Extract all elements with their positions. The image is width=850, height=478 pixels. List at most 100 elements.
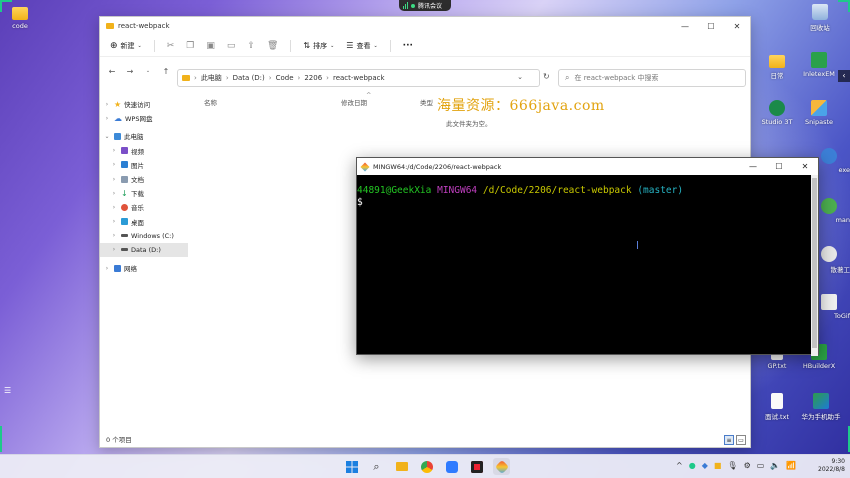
desktop-icon-inletexem[interactable]: InletexEM: [797, 52, 841, 78]
meeting-taskbar-button[interactable]: [443, 458, 460, 475]
chevron-right-icon: ›: [297, 74, 301, 82]
side-menu-icon[interactable]: ☰: [4, 386, 14, 396]
chevron-right-icon: ›: [112, 203, 116, 211]
nav-quick-access[interactable]: › ★ 快速访问: [100, 97, 188, 111]
search-icon: ⌕: [565, 73, 570, 82]
nav-label: 网络: [124, 265, 137, 274]
minimize-button[interactable]: —: [672, 17, 698, 35]
column-type[interactable]: 类型: [420, 97, 433, 107]
scrollbar-thumb[interactable]: [812, 178, 817, 348]
input-line[interactable]: $: [357, 197, 818, 209]
cut-button[interactable]: ✂: [167, 41, 175, 51]
taskbar: ⌕ ^ ● ◆ ■ 🎙 ⚙ ▭ 🔈 📶 9:30 2022/8/8: [0, 454, 850, 478]
collapse-arrow-icon[interactable]: ‹: [838, 70, 850, 82]
maximize-button[interactable]: ☐: [698, 17, 724, 35]
git-taskbar-button[interactable]: [493, 458, 510, 475]
details-view-icon[interactable]: ≡: [724, 435, 734, 445]
nav-drive-d[interactable]: › Data (D:): [100, 242, 188, 258]
terminal-window[interactable]: MINGW64:/d/Code/2206/react-webpack — ☐ ✕…: [356, 157, 819, 356]
minimize-button[interactable]: —: [740, 158, 766, 175]
taskbar-clock[interactable]: 9:30 2022/8/8: [813, 458, 845, 474]
back-arrow-icon[interactable]: ←: [106, 67, 118, 76]
nav-drive-c[interactable]: › Windows (C:): [100, 229, 188, 243]
recorder-taskbar-button[interactable]: [468, 458, 485, 475]
breadcrumb-item[interactable]: react-webpack: [333, 74, 385, 82]
desktop-icon-studio3t[interactable]: Studio 3T: [755, 100, 799, 126]
microphone-icon[interactable]: 🎙: [727, 461, 737, 470]
prompt-path: /d/Code/2206/react-webpack: [482, 185, 632, 196]
video-icon: [121, 147, 128, 155]
chrome-taskbar-button[interactable]: [418, 458, 435, 475]
share-button[interactable]: ⇪: [247, 41, 255, 51]
delete-button[interactable]: 🗑: [267, 41, 278, 51]
recent-dropdown-icon[interactable]: ⌄: [142, 68, 154, 74]
app-icon: [811, 52, 827, 68]
nav-this-pc[interactable]: ⌄ 此电脑: [100, 129, 188, 143]
app-tray-icon[interactable]: ●: [689, 461, 696, 470]
rename-button[interactable]: ▭: [227, 41, 236, 51]
nav-music[interactable]: › 音乐: [100, 200, 188, 214]
desktop-icon-label: 日常: [770, 72, 784, 80]
terminal-scrollbar[interactable]: [811, 175, 818, 356]
column-date[interactable]: 修改日期: [341, 97, 367, 107]
breadcrumb-item[interactable]: Code: [276, 74, 294, 82]
close-button[interactable]: ✕: [724, 17, 750, 35]
nav-videos[interactable]: › 视频: [100, 144, 188, 158]
settings-icon[interactable]: ⚙: [744, 461, 751, 470]
drive-icon: [121, 248, 128, 252]
maximize-button[interactable]: ☐: [766, 158, 792, 175]
clock-time: 9:30: [831, 458, 845, 465]
copy-button[interactable]: ❐: [186, 41, 194, 51]
breadcrumb-item[interactable]: 此电脑: [201, 73, 222, 83]
desktop-icon-label: GP.txt: [767, 362, 787, 370]
paste-button[interactable]: ▣: [206, 41, 215, 51]
desktop-icon-daily[interactable]: 日常: [755, 52, 799, 80]
app-tray-icon[interactable]: ■: [714, 461, 722, 470]
up-arrow-icon[interactable]: ↑: [160, 67, 172, 76]
document-icon: [121, 175, 128, 183]
sort-button[interactable]: ⇅ 排序 ⌄: [303, 41, 334, 51]
nav-wps-drive[interactable]: › ☁ WPS网盘: [100, 111, 188, 125]
address-bar[interactable]: › 此电脑 › Data (D:) › Code › 2206 › react-…: [177, 69, 540, 87]
start-button[interactable]: [343, 458, 360, 475]
network-icon[interactable]: 📶: [786, 461, 796, 470]
terminal-title-bar[interactable]: MINGW64:/d/Code/2206/react-webpack — ☐ ✕: [357, 158, 818, 175]
search-box[interactable]: ⌕ 在 react-webpack 中搜索: [558, 69, 746, 87]
nav-label: 此电脑: [124, 133, 144, 142]
app-icon: [821, 148, 837, 164]
search-taskbar-button[interactable]: ⌕: [368, 458, 385, 475]
desktop-icon-interview-txt[interactable]: 面试.txt: [755, 393, 799, 421]
nav-pictures[interactable]: › 图片: [100, 158, 188, 172]
new-button[interactable]: ⊕ 新建 ⌄: [110, 41, 142, 51]
desktop-icon-recycle-bin[interactable]: 回收站: [798, 4, 842, 32]
more-options-button[interactable]: ···: [403, 41, 413, 51]
desktop-icon-label: code: [12, 22, 28, 30]
terminal-output[interactable]: 44891@GeekXia MINGW64 /d/Code/2206/react…: [357, 175, 818, 209]
chevron-up-icon[interactable]: ^: [676, 461, 683, 470]
explorer-taskbar-button[interactable]: [393, 458, 410, 475]
forward-arrow-icon[interactable]: →: [124, 67, 136, 76]
tiles-view-icon[interactable]: ▭: [736, 435, 746, 445]
desktop-icon-label: 面试.txt: [764, 413, 789, 421]
nav-desktop[interactable]: › 桌面: [100, 215, 188, 229]
signal-icon: [403, 2, 408, 9]
display-icon[interactable]: ▭: [757, 461, 765, 470]
nav-network[interactable]: › 网络: [100, 261, 188, 275]
refresh-icon[interactable]: ↻: [543, 72, 550, 81]
breadcrumb-item[interactable]: 2206: [304, 74, 322, 82]
chevron-right-icon: ›: [225, 74, 229, 82]
volume-icon[interactable]: 🔈: [770, 461, 780, 470]
nav-downloads[interactable]: › ↓ 下载: [100, 186, 188, 200]
desktop-icon-snipaste[interactable]: Snipaste: [797, 100, 841, 126]
view-button[interactable]: ☰ 查看 ⌄: [346, 41, 377, 51]
chevron-down-icon[interactable]: ⌄: [517, 73, 523, 81]
close-button[interactable]: ✕: [792, 158, 818, 175]
meeting-indicator[interactable]: 腾讯会议: [399, 0, 451, 11]
desktop-icon-code[interactable]: code: [0, 4, 42, 30]
breadcrumb-item[interactable]: Data (D:): [233, 74, 265, 82]
desktop-icon-huawei[interactable]: 华为手机助手: [797, 393, 845, 421]
app-tray-icon[interactable]: ◆: [702, 461, 708, 470]
column-name[interactable]: 名称: [204, 97, 217, 107]
nav-documents[interactable]: › 文档: [100, 172, 188, 186]
explorer-title-bar[interactable]: react-webpack — ☐ ✕: [100, 17, 750, 35]
